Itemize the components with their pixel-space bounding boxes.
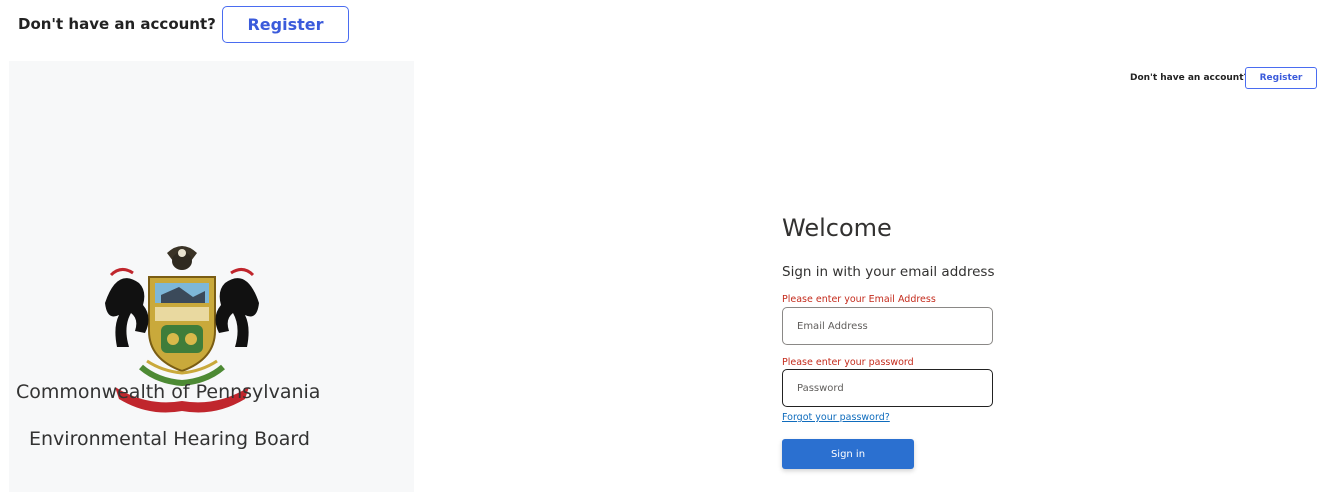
branding-panel: Commonwealth of Pennsylvania Environment… (9, 61, 414, 492)
email-error-message: Please enter your Email Address (782, 294, 936, 305)
no-account-prompt: Don't have an account? (18, 15, 216, 33)
form-subtitle: Sign in with your email address (782, 264, 995, 280)
email-input[interactable] (782, 307, 993, 345)
password-input[interactable] (782, 369, 993, 407)
register-button[interactable]: Register (222, 6, 349, 43)
forgot-password-link[interactable]: Forgot your password? (782, 412, 890, 423)
top-bar: Don't have an account? Register (0, 0, 420, 50)
password-error-message: Please enter your password (782, 357, 914, 368)
org-name: Commonwealth of Pennsylvania (16, 381, 321, 403)
corner-register-button[interactable]: Register (1245, 67, 1317, 89)
signin-button[interactable]: Sign in (782, 439, 914, 469)
board-name: Environmental Hearing Board (29, 428, 310, 450)
page-title: Welcome (782, 214, 892, 242)
corner-no-account-prompt: Don't have an account? (1130, 73, 1249, 83)
